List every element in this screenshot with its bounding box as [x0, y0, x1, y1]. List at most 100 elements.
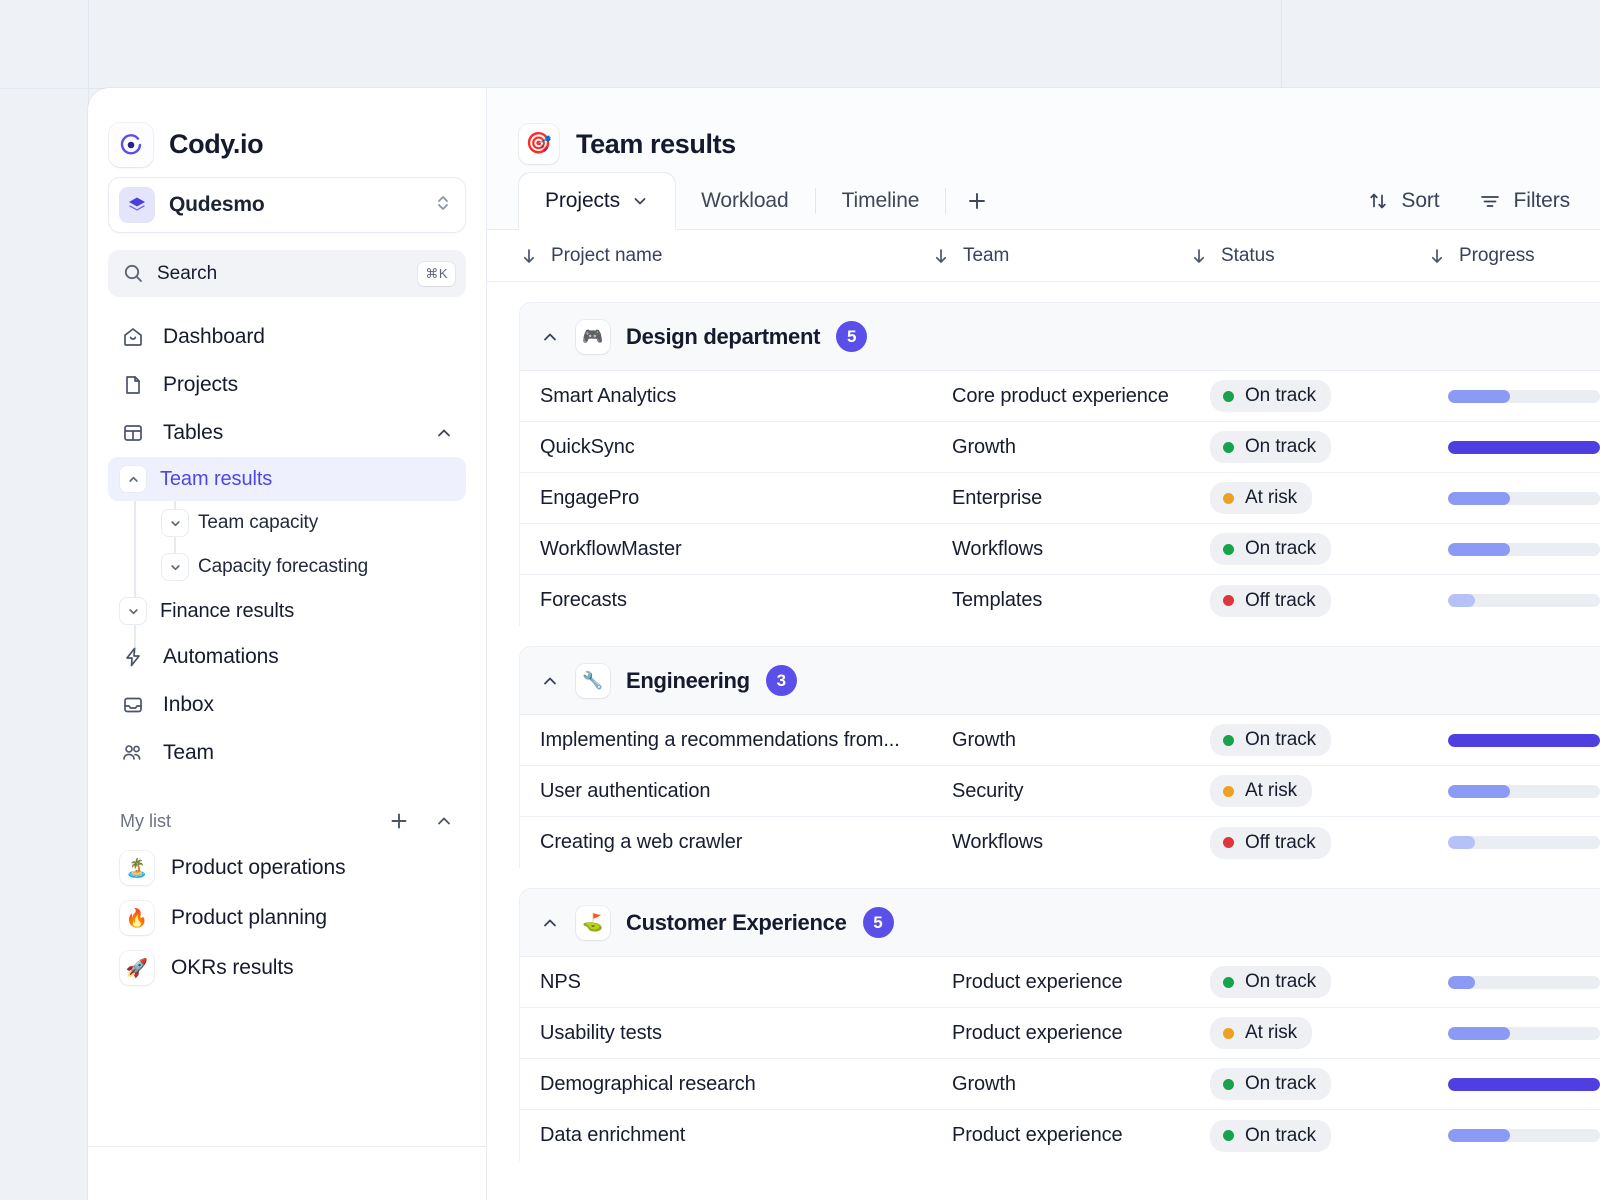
- chevron-down-icon[interactable]: [162, 510, 188, 536]
- sidebar-item-dashboard[interactable]: Dashboard: [108, 313, 466, 361]
- table-row[interactable]: EngageProEnterpriseAt risk: [520, 473, 1600, 524]
- progress-fill: [1448, 1027, 1510, 1040]
- table-row[interactable]: Usability testsProduct experienceAt risk: [520, 1008, 1600, 1059]
- cell-progress: [1448, 390, 1600, 403]
- cell-project-name: NPS: [540, 971, 952, 994]
- group-count-badge: 3: [766, 665, 797, 696]
- tab-workload[interactable]: Workload: [675, 173, 815, 229]
- search-input[interactable]: Search ⌘K: [108, 250, 466, 297]
- cell-progress: [1448, 1027, 1600, 1040]
- table-row[interactable]: ForecastsTemplatesOff track: [520, 575, 1600, 626]
- list-item-okrs-results[interactable]: 🚀 OKRs results: [108, 943, 466, 993]
- file-icon: [120, 373, 146, 397]
- chevron-up-icon[interactable]: [540, 671, 560, 691]
- table-row[interactable]: Data enrichmentProduct experienceOn trac…: [520, 1110, 1600, 1161]
- backdrop-grid-line: [1281, 0, 1282, 88]
- group-header[interactable]: 🔧Engineering3: [520, 647, 1600, 715]
- chevron-up-icon[interactable]: [540, 327, 560, 347]
- table-row[interactable]: Demographical researchGrowthOn track: [520, 1059, 1600, 1110]
- page-title: Team results: [576, 129, 736, 160]
- cell-project-name: EngagePro: [540, 487, 952, 510]
- my-list-header: My list: [108, 799, 466, 843]
- sidebar-item-team[interactable]: Team: [108, 729, 466, 777]
- cell-progress: [1448, 1129, 1600, 1142]
- sidebar-item-capacity-forecasting[interactable]: Capacity forecasting: [108, 545, 466, 589]
- table-group: 🔧Engineering3Implementing a recommendati…: [519, 646, 1600, 868]
- layers-icon: [119, 187, 155, 223]
- group-header[interactable]: 🎮Design department5: [520, 303, 1600, 371]
- plus-icon: [965, 189, 989, 213]
- sort-button[interactable]: Sort: [1367, 189, 1439, 213]
- sidebar-item-tables[interactable]: Tables: [108, 409, 466, 457]
- cell-status: On track: [1210, 380, 1448, 412]
- tab-timeline[interactable]: Timeline: [816, 173, 946, 229]
- table-row[interactable]: Creating a web crawlerWorkflowsOff track: [520, 817, 1600, 868]
- sidebar-item-label: Capacity forecasting: [198, 556, 368, 578]
- group-count-badge: 5: [836, 321, 867, 352]
- table-row[interactable]: WorkflowMasterWorkflowsOn track: [520, 524, 1600, 575]
- cell-progress: [1448, 785, 1600, 798]
- brand: Cody.io: [108, 88, 466, 174]
- table-body: 🎮Design department5Smart AnalyticsCore p…: [487, 282, 1600, 1200]
- chevron-down-icon[interactable]: [120, 598, 146, 624]
- sidebar-item-label: Finance results: [160, 600, 294, 623]
- progress-fill: [1448, 976, 1475, 989]
- status-dot-icon: [1223, 837, 1234, 848]
- column-header-status[interactable]: Status: [1189, 245, 1427, 267]
- plus-icon[interactable]: [388, 810, 410, 832]
- chevron-up-icon[interactable]: [120, 466, 146, 492]
- chevron-up-icon[interactable]: [540, 913, 560, 933]
- filters-button[interactable]: Filters: [1478, 189, 1570, 213]
- progress-fill: [1448, 543, 1510, 556]
- progress-track: [1448, 734, 1600, 747]
- arrow-down-icon: [1189, 246, 1209, 266]
- sidebar-item-projects[interactable]: Projects: [108, 361, 466, 409]
- table-row[interactable]: User authenticationSecurityAt risk: [520, 766, 1600, 817]
- table-row[interactable]: Smart AnalyticsCore product experienceOn…: [520, 371, 1600, 422]
- status-label: At risk: [1245, 1022, 1297, 1044]
- status-dot-icon: [1223, 493, 1234, 504]
- cell-status: At risk: [1210, 1017, 1448, 1049]
- progress-track: [1448, 836, 1600, 849]
- cell-team: Product experience: [952, 1022, 1210, 1045]
- sidebar-item-automations[interactable]: Automations: [108, 633, 466, 681]
- my-list-title: My list: [120, 811, 388, 832]
- group-header[interactable]: ⛳Customer Experience5: [520, 889, 1600, 957]
- workspace-switcher[interactable]: Qudesmo: [108, 177, 466, 233]
- chevron-up-icon[interactable]: [434, 423, 454, 443]
- cell-project-name: Creating a web crawler: [540, 831, 952, 854]
- filter-icon: [1478, 190, 1502, 212]
- column-header-project-name[interactable]: Project name: [519, 245, 931, 267]
- column-header-progress[interactable]: Progress: [1427, 245, 1600, 267]
- cell-project-name: User authentication: [540, 780, 952, 803]
- status-label: Off track: [1245, 590, 1316, 612]
- chevron-down-icon[interactable]: [162, 554, 188, 580]
- cell-progress: [1448, 492, 1600, 505]
- users-icon: [120, 741, 146, 765]
- sidebar-item-finance-results[interactable]: Finance results: [108, 589, 466, 633]
- sidebar-item-team-capacity[interactable]: Team capacity: [108, 501, 466, 545]
- chevron-down-icon[interactable]: [631, 192, 649, 210]
- island-emoji-icon: 🏝️: [120, 851, 154, 885]
- sidebar-item-inbox[interactable]: Inbox: [108, 681, 466, 729]
- sidebar-item-label: Dashboard: [163, 325, 454, 349]
- status-badge: On track: [1210, 724, 1331, 756]
- chevron-up-down-icon[interactable]: [435, 192, 451, 219]
- table-row[interactable]: QuickSyncGrowthOn track: [520, 422, 1600, 473]
- list-item-product-operations[interactable]: 🏝️ Product operations: [108, 843, 466, 893]
- list-item-product-planning[interactable]: 🔥 Product planning: [108, 893, 466, 943]
- group-emoji-icon: 🔧: [576, 664, 610, 698]
- table-row[interactable]: NPSProduct experienceOn track: [520, 957, 1600, 1008]
- status-dot-icon: [1223, 977, 1234, 988]
- tab-projects[interactable]: Projects: [519, 173, 675, 229]
- cell-team: Product experience: [952, 971, 1210, 994]
- status-label: On track: [1245, 385, 1316, 407]
- sidebar-item-team-results[interactable]: Team results: [108, 457, 466, 501]
- chevron-up-icon[interactable]: [434, 811, 454, 831]
- list-item-label: Product planning: [171, 906, 327, 930]
- add-tab-button[interactable]: [946, 173, 1008, 229]
- bolt-icon: [120, 645, 146, 669]
- column-header-team[interactable]: Team: [931, 245, 1189, 267]
- table-row[interactable]: Implementing a recommendations from...Gr…: [520, 715, 1600, 766]
- column-label: Progress: [1459, 245, 1535, 267]
